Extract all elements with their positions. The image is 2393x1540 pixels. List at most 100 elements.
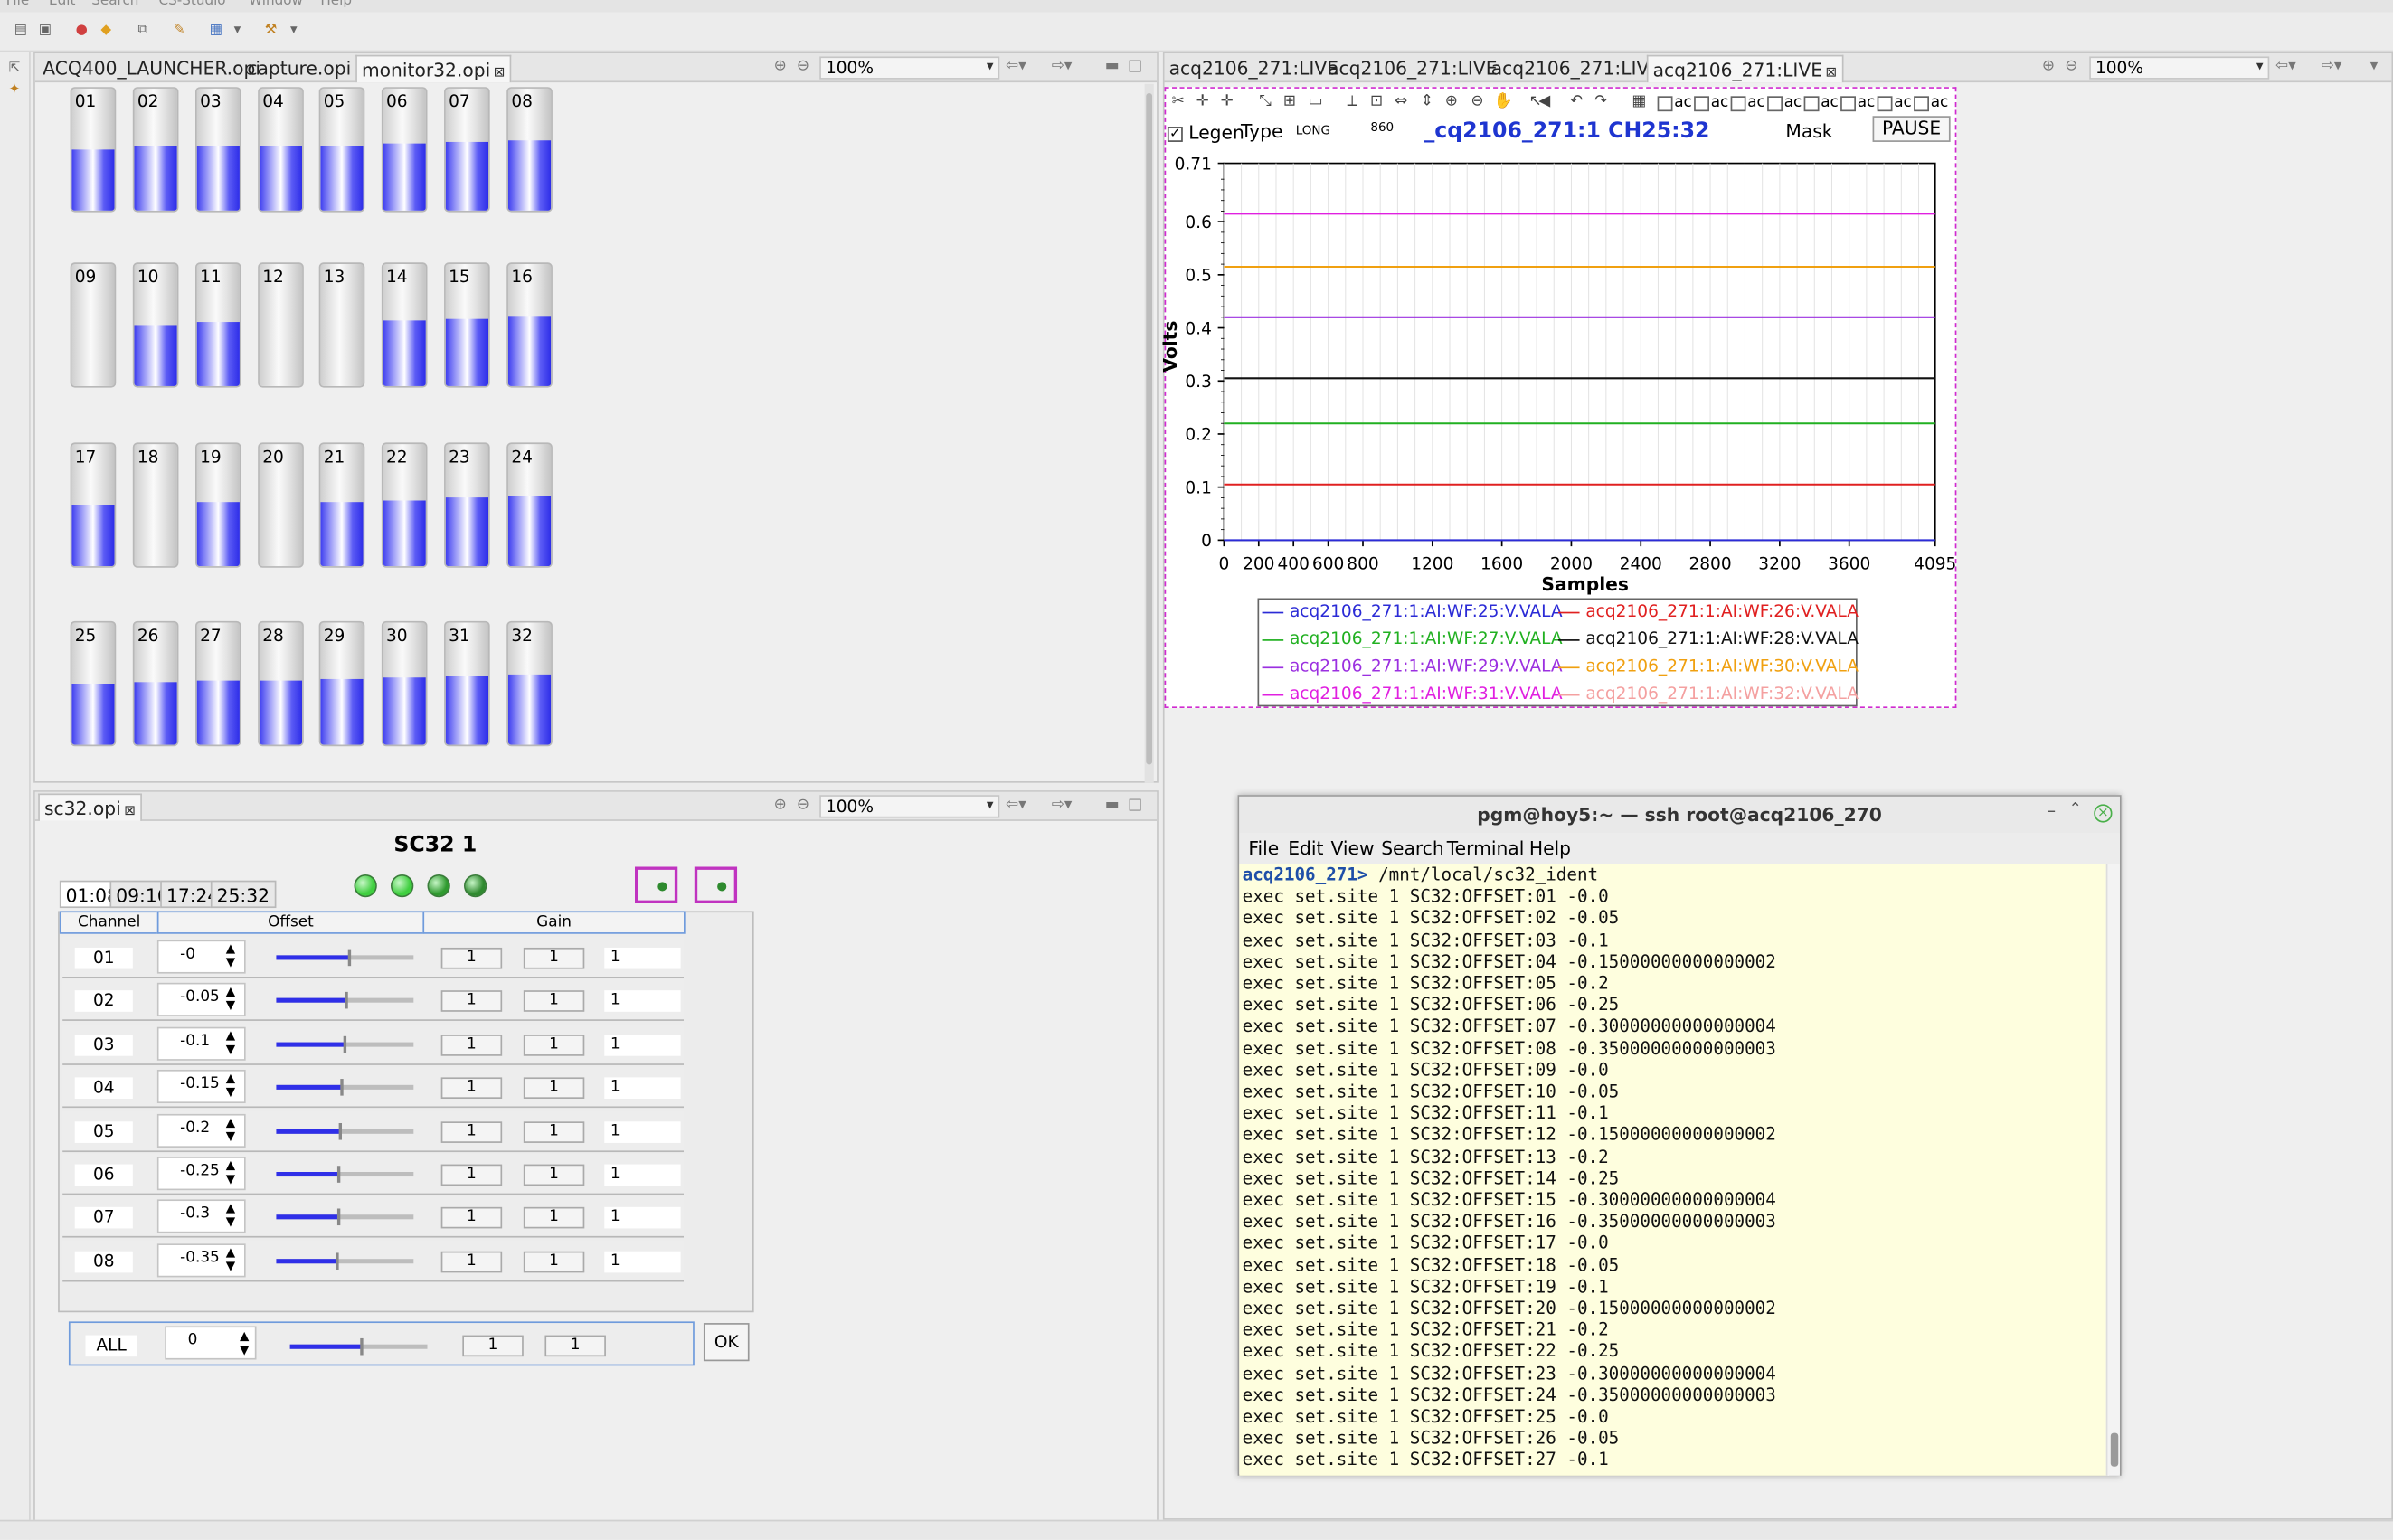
- spin-up-icon[interactable]: ▲: [226, 1203, 235, 1215]
- spin-up-icon[interactable]: ▲: [226, 1116, 235, 1129]
- slider-knob[interactable]: [339, 1122, 343, 1139]
- slider-knob[interactable]: [335, 1252, 338, 1270]
- crosshair-icon[interactable]: ✛: [1192, 91, 1214, 113]
- back-icon[interactable]: ⇦▾: [2275, 58, 2296, 75]
- spin-down-icon[interactable]: ▼: [226, 1173, 235, 1186]
- type-value[interactable]: LONG: [1292, 122, 1360, 141]
- terminal-output[interactable]: acq2106_271> /mnt/local/sc32_ident exec …: [1239, 864, 2110, 1476]
- spin-up-icon[interactable]: ▲: [226, 942, 235, 956]
- offset-slider[interactable]: [276, 1122, 414, 1139]
- ac-checkbox[interactable]: [1803, 96, 1820, 112]
- image-icon[interactable]: ▦: [208, 23, 225, 40]
- tab-acq400-launcher[interactable]: ACQ400_LAUNCHER.opi: [38, 55, 265, 82]
- offset-spinner[interactable]: -0.05 ▲ ▼: [156, 983, 246, 1017]
- offset-slider[interactable]: [276, 1252, 414, 1270]
- gain-button-1[interactable]: 1: [440, 947, 503, 969]
- gain-button-1[interactable]: 1: [440, 1251, 503, 1273]
- forward-icon[interactable]: ⇨▾: [1052, 797, 1073, 814]
- slider-knob[interactable]: [343, 1035, 347, 1053]
- menu-cs-studio[interactable]: CS-Studio: [159, 0, 226, 9]
- menu-search[interactable]: Search: [91, 0, 138, 9]
- crosshair2-icon[interactable]: ✛: [1216, 91, 1238, 113]
- tab-sc32[interactable]: sc32.opi ⊠: [38, 793, 142, 821]
- zoom-select[interactable]: 100%: [2089, 56, 2270, 80]
- gain-button-1[interactable]: 1: [440, 1034, 503, 1056]
- spin-down-icon[interactable]: ▼: [226, 956, 235, 969]
- back-icon[interactable]: ⇦▾: [1006, 797, 1026, 814]
- waveform-plot[interactable]: 0 200 400 600 800 1200 1600 2000 2400 2800 3200 360…: [1160, 149, 1957, 601]
- spin-up-icon[interactable]: ▲: [240, 1330, 249, 1344]
- menu-window[interactable]: Window: [249, 0, 303, 9]
- spin-up-icon[interactable]: ▲: [226, 1246, 235, 1259]
- tab-live-1[interactable]: acq2106_271:LIVE: [1165, 55, 1344, 82]
- legend-entry[interactable]: acq2106_271:1:AI:WF:28:V.VALA: [1557, 629, 1859, 648]
- slider-knob[interactable]: [359, 1337, 364, 1356]
- legend-entry[interactable]: acq2106_271:1:AI:WF:27:V.VALA: [1262, 629, 1563, 648]
- offset-spinner[interactable]: -0.35 ▲ ▼: [156, 1242, 246, 1278]
- grid-icon[interactable]: ⊞: [1279, 91, 1301, 113]
- ac-checkbox[interactable]: [1914, 96, 1929, 112]
- term-menu-edit[interactable]: Edit: [1288, 833, 1323, 864]
- legend-entry[interactable]: acq2106_271:1:AI:WF:29:V.VALA: [1262, 657, 1563, 676]
- slider-knob[interactable]: [337, 1166, 341, 1183]
- toggle-button-2[interactable]: [694, 866, 738, 903]
- undo-icon[interactable]: ↶: [1565, 91, 1587, 113]
- spin-down-icon[interactable]: ▼: [226, 1129, 235, 1143]
- autoscale-icon[interactable]: ⤡: [1254, 91, 1276, 113]
- zoom-select[interactable]: 100%: [819, 795, 1000, 818]
- ac-checkbox[interactable]: [1877, 96, 1893, 112]
- scroll-thumb[interactable]: [2110, 1432, 2119, 1467]
- run-icon[interactable]: ●: [73, 23, 90, 40]
- close-icon[interactable]: ⊠: [494, 66, 506, 81]
- ac-checkbox[interactable]: [1694, 96, 1709, 112]
- zoom-in-icon[interactable]: ⊕: [2042, 58, 2055, 75]
- zoom-select[interactable]: 100%: [819, 56, 1000, 80]
- tool-icon[interactable]: ⚒: [262, 23, 279, 40]
- tab-live-2[interactable]: acq2106_271:LIVE: [1323, 55, 1502, 82]
- maximize-icon[interactable]: □: [1128, 797, 1142, 814]
- gain-button-1[interactable]: 1: [440, 1207, 503, 1230]
- redo-icon[interactable]: ↷: [1590, 91, 1612, 113]
- term-menu-view[interactable]: View: [1331, 833, 1375, 864]
- zoom-out-icon[interactable]: ⊖: [797, 58, 809, 75]
- restore-icon[interactable]: ⇱: [6, 61, 24, 79]
- pan-icon[interactable]: ✋: [1492, 91, 1514, 113]
- offset-slider[interactable]: [276, 1035, 414, 1053]
- gain-button-2[interactable]: 1: [523, 1164, 585, 1186]
- slider-knob[interactable]: [340, 1079, 345, 1096]
- all-gain-button-2[interactable]: 1: [544, 1335, 606, 1357]
- close-icon[interactable]: ⊠: [124, 804, 136, 819]
- ac-checkbox[interactable]: [1840, 96, 1856, 112]
- zoom-in-icon[interactable]: ⊕: [774, 797, 787, 814]
- zoom-out-icon[interactable]: ⊖: [797, 797, 809, 814]
- open-icon[interactable]: ⧉: [135, 23, 152, 40]
- new-icon[interactable]: ▤: [13, 23, 30, 40]
- gain-button-2[interactable]: 1: [523, 1207, 585, 1230]
- spin-down-icon[interactable]: ▼: [226, 1086, 235, 1100]
- all-offset-spinner[interactable]: 0 ▲ ▼: [165, 1326, 257, 1360]
- monitor-scrollbar[interactable]: [1144, 83, 1154, 783]
- gain-button-2[interactable]: 1: [523, 1077, 585, 1100]
- spin-down-icon[interactable]: ▼: [226, 1260, 235, 1273]
- gain-button-2[interactable]: 1: [523, 1034, 585, 1056]
- spin-up-icon[interactable]: ▲: [226, 1072, 235, 1086]
- forward-icon[interactable]: ⇨▾: [1052, 58, 1073, 75]
- term-menu-terminal[interactable]: Terminal: [1447, 833, 1525, 864]
- slider-knob[interactable]: [336, 1209, 340, 1226]
- zoom-out-icon[interactable]: ⊖: [2065, 58, 2077, 75]
- offset-spinner[interactable]: -0.15 ▲ ▼: [156, 1070, 246, 1104]
- close-icon[interactable]: ×: [2094, 804, 2113, 823]
- offset-slider[interactable]: [276, 949, 414, 967]
- offset-slider[interactable]: [276, 1166, 414, 1183]
- ac-checkbox[interactable]: [1657, 96, 1673, 112]
- h-zoom-icon[interactable]: ⇔: [1390, 91, 1412, 113]
- ok-button[interactable]: OK: [703, 1323, 750, 1362]
- zoom-in-icon[interactable]: ⊕: [1441, 91, 1462, 113]
- snapshot-icon[interactable]: ▦: [1629, 91, 1651, 113]
- gain-button-1[interactable]: 1: [440, 1164, 503, 1186]
- zoom-in-icon[interactable]: ⊕: [774, 58, 787, 75]
- legend-entry[interactable]: acq2106_271:1:AI:WF:32:V.VALA: [1557, 685, 1859, 704]
- menu-help[interactable]: Help: [320, 0, 352, 9]
- spin-up-icon[interactable]: ▲: [226, 1029, 235, 1043]
- spin-down-icon[interactable]: ▼: [226, 999, 235, 1013]
